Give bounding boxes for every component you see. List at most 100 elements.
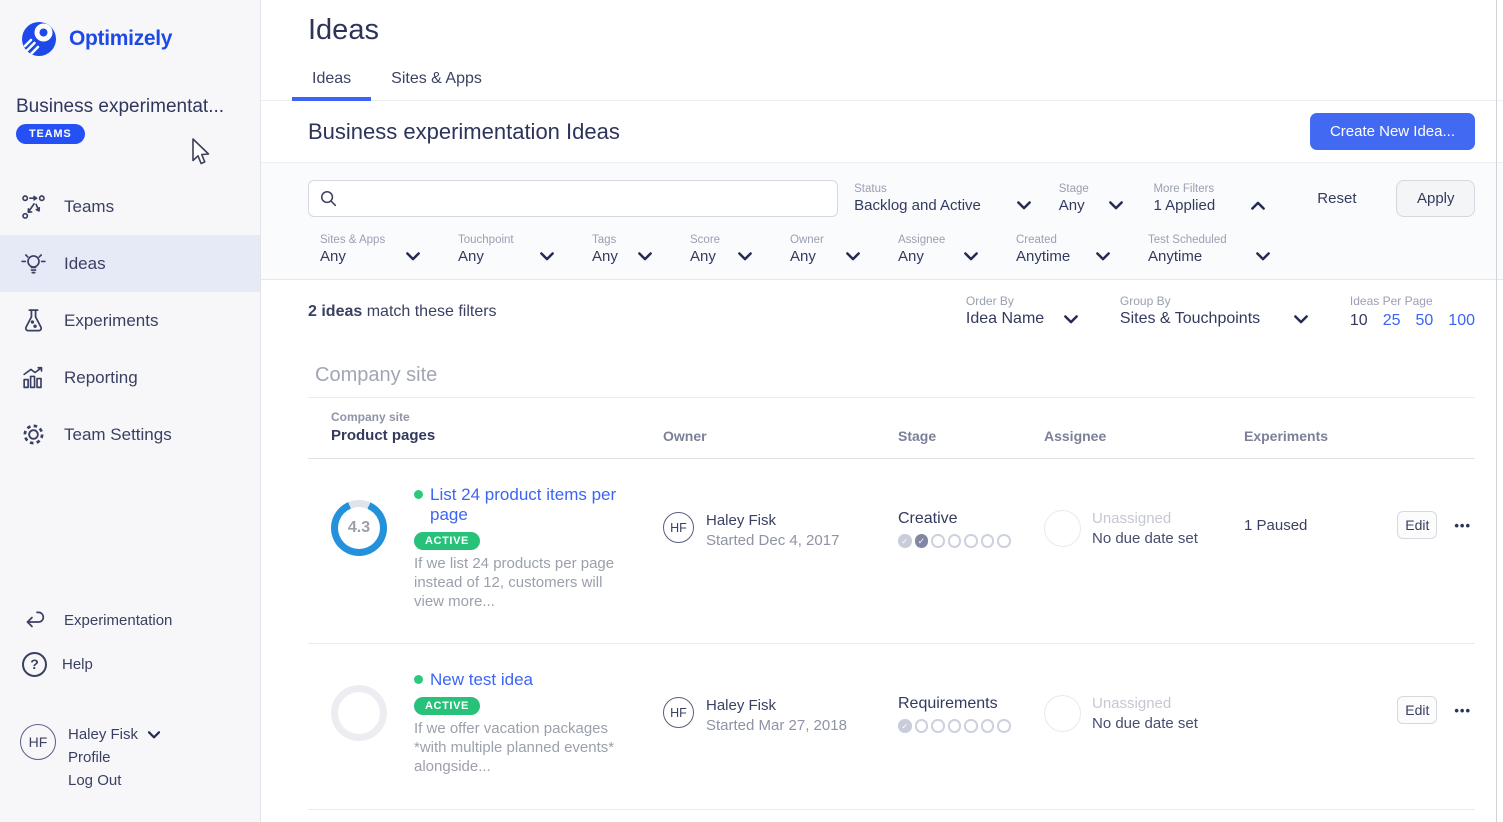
owner-name: Haley Fisk (706, 697, 847, 714)
assignee-filter[interactable]: Assignee Any (898, 234, 978, 265)
optimizely-logo-icon (18, 18, 60, 60)
sidebar-nav: Teams Ideas Expe (0, 178, 260, 463)
sidebar: Optimizely Business experimentat... TEAM… (0, 0, 261, 822)
idea-link[interactable]: List 24 product items per page (414, 485, 630, 525)
edit-button[interactable]: Edit (1397, 696, 1437, 724)
assignee-name: Unassigned (1092, 695, 1198, 712)
chevron-down-icon (540, 252, 554, 261)
more-actions-icon[interactable]: ••• (1454, 703, 1471, 718)
content-right-edge (1496, 0, 1497, 822)
sidebar-item-label: Experiments (64, 311, 158, 331)
search-input[interactable] (338, 190, 827, 207)
stage-progress-dots: ✓ (898, 719, 1044, 733)
lightbulb-icon (20, 250, 47, 277)
created-filter[interactable]: Created Anytime (1016, 234, 1110, 265)
table-row: 4.3 List 24 product items per page ACTIV… (308, 459, 1475, 644)
user-avatar[interactable]: HF (20, 724, 56, 760)
sites-apps-filter[interactable]: Sites & Apps Any (320, 234, 420, 265)
stage-progress-dots: ✓✓ (898, 534, 1044, 548)
page-title: Ideas (308, 14, 379, 47)
stage-name: Requirements (898, 695, 1044, 713)
apply-button[interactable]: Apply (1396, 180, 1475, 217)
help-icon: ? (22, 652, 47, 677)
sidebar-item-team-settings[interactable]: Team Settings (0, 406, 260, 463)
score-value: 4.3 (338, 507, 380, 549)
ideas-table: Company site Company site Product pages … (261, 364, 1503, 810)
chevron-down-icon (1017, 201, 1031, 210)
touchpoint-filter[interactable]: Touchpoint Any (458, 234, 554, 265)
bar-chart-icon (20, 364, 47, 391)
col-site-label: Company site (331, 410, 663, 424)
chevron-down-icon (1109, 201, 1123, 210)
tab-bar: Ideas Sites & Apps (292, 60, 502, 100)
chevron-down-icon (964, 252, 978, 261)
ideas-per-page: Ideas Per Page 10 25 50 100 (1350, 294, 1475, 330)
assignee-due-date: No due date set (1092, 715, 1198, 732)
logout-link[interactable]: Log Out (68, 772, 160, 789)
per-page-25[interactable]: 25 (1383, 312, 1401, 330)
teams-badge: TEAMS (16, 124, 85, 144)
help-item[interactable]: ? Help (0, 642, 260, 686)
col-touchpoint-label: Product pages (331, 427, 663, 444)
edit-button[interactable]: Edit (1397, 511, 1437, 539)
user-name: Haley Fisk (68, 726, 138, 743)
project-name: Business experimentat... (16, 96, 224, 118)
optimizely-logo[interactable]: Optimizely (18, 18, 172, 60)
sidebar-item-label: Teams (64, 197, 114, 217)
order-by-dropdown[interactable]: Order By Idea Name (966, 294, 1078, 328)
sidebar-item-reporting[interactable]: Reporting (0, 349, 260, 406)
results-count: 2 ideas match these filters (308, 303, 497, 321)
idea-link[interactable]: New test idea (414, 670, 630, 690)
tags-filter[interactable]: Tags Any (592, 234, 652, 265)
sidebar-item-teams[interactable]: Teams (0, 178, 260, 235)
group-title: Company site (315, 364, 1475, 387)
back-to-experimentation[interactable]: Experimentation (0, 598, 260, 642)
user-menu[interactable]: Haley Fisk (68, 726, 160, 743)
more-filters-row: Sites & Apps Any Touchpoint Any Tags Any… (308, 234, 1475, 265)
group-by-dropdown[interactable]: Group By Sites & Touchpoints (1120, 294, 1308, 328)
more-filters-toggle[interactable]: More Filters 1 Applied (1153, 183, 1265, 214)
teams-icon (20, 193, 47, 220)
col-experiments: Experiments (1244, 428, 1394, 444)
per-page-50[interactable]: 50 (1416, 312, 1434, 330)
tab-ideas[interactable]: Ideas (292, 60, 371, 100)
status-badge: ACTIVE (414, 532, 480, 550)
sidebar-item-experiments[interactable]: Experiments (0, 292, 260, 349)
status-dot (414, 675, 423, 684)
sidebar-item-ideas[interactable]: Ideas (0, 235, 260, 292)
tab-sites-apps[interactable]: Sites & Apps (371, 60, 502, 100)
chevron-down-icon (148, 731, 160, 739)
stage-filter[interactable]: Stage Any (1059, 183, 1124, 214)
score-ring: 4.3 (331, 500, 387, 556)
create-new-idea-button[interactable]: Create New Idea... (1310, 113, 1475, 150)
stage-name: Creative (898, 510, 1044, 528)
chevron-down-icon (1064, 315, 1078, 324)
more-actions-icon[interactable]: ••• (1454, 518, 1471, 533)
col-stage: Stage (898, 428, 1044, 444)
status-dot (414, 490, 423, 499)
sidebar-item-label: Ideas (64, 254, 106, 274)
more-filters-label: More Filters (1153, 183, 1265, 195)
chevron-down-icon (1294, 315, 1308, 324)
test-scheduled-filter[interactable]: Test Scheduled Anytime (1148, 234, 1270, 265)
search-icon (319, 189, 338, 208)
chevron-down-icon (1096, 252, 1110, 261)
sidebar-item-label: Team Settings (64, 425, 172, 445)
more-filters-value: 1 Applied (1153, 197, 1215, 214)
score-filter[interactable]: Score Any (690, 234, 752, 265)
owner-name: Haley Fisk (706, 512, 839, 529)
status-filter[interactable]: Status Backlog and Active (854, 183, 1031, 214)
filter-panel: Status Backlog and Active Stage Any More… (261, 163, 1503, 280)
stage-filter-label: Stage (1059, 183, 1124, 195)
owner-filter[interactable]: Owner Any (790, 234, 860, 265)
back-label: Experimentation (64, 612, 172, 629)
list-title: Business experimentation Ideas (308, 119, 620, 145)
score-value (338, 692, 380, 734)
per-page-100[interactable]: 100 (1448, 312, 1475, 330)
search-box[interactable] (308, 180, 838, 217)
main-content: Ideas Ideas Sites & Apps Business experi… (261, 0, 1503, 822)
profile-link[interactable]: Profile (68, 749, 160, 766)
reset-button[interactable]: Reset (1317, 190, 1356, 207)
per-page-10[interactable]: 10 (1350, 312, 1368, 330)
chevron-down-icon (638, 252, 652, 261)
